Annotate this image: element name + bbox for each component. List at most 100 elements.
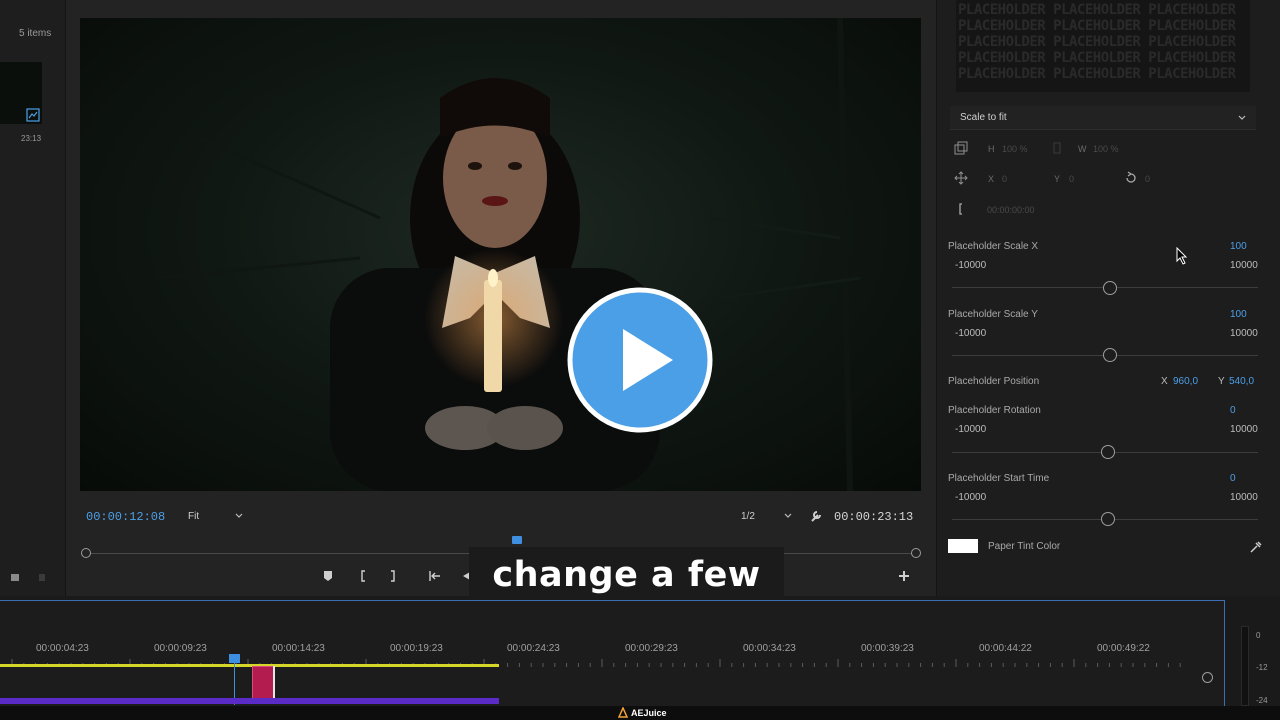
brand-logo: AEJuice [618, 707, 667, 718]
project-clip-duration: 23:13 [21, 134, 42, 143]
meter-label: -12 [1256, 663, 1268, 672]
placeholder-pattern-text: PLACEHOLDER PLACEHOLDER PLACEHOLDER [958, 50, 1236, 66]
zoom-select[interactable]: Fit [188, 511, 199, 522]
scrub-end-handle[interactable] [911, 548, 921, 558]
param-scale-x-max: 10000 [1230, 260, 1258, 271]
paper-tint-label: Paper Tint Color [988, 541, 1061, 552]
width-label: W [1078, 144, 1087, 154]
param-scale-x-label: Placeholder Scale X [948, 241, 1039, 252]
aejuice-logo-icon [618, 707, 628, 718]
trash-icon[interactable] [37, 572, 47, 582]
param-scale-y-min: -10000 [955, 328, 987, 339]
param-position-x-label: X [1161, 376, 1168, 387]
ruler-timecode: 00:00:24:23 [507, 643, 560, 654]
scale-icon [954, 141, 968, 155]
rotate-icon [1126, 171, 1136, 183]
placeholder-pattern-text: PLACEHOLDER PLACEHOLDER PLACEHOLDER [958, 18, 1236, 34]
audio-meter-bar [1241, 626, 1249, 706]
add-marker-icon[interactable] [321, 569, 335, 583]
wrench-icon[interactable] [809, 509, 823, 523]
ruler-timecode: 00:00:19:23 [390, 643, 443, 654]
add-button-icon[interactable] [897, 569, 911, 583]
playhead-timecode[interactable]: 00:00:12:08 [86, 510, 165, 524]
placeholder-pattern-text: PLACEHOLDER PLACEHOLDER PLACEHOLDER [958, 34, 1236, 50]
param-start-time-value[interactable]: 0 [1230, 473, 1236, 484]
go-to-in-icon[interactable] [428, 569, 442, 583]
x-label: X [988, 174, 995, 184]
chevron-down-icon[interactable] [1237, 113, 1247, 123]
height-label: H [988, 144, 995, 154]
work-area-bar[interactable] [0, 664, 499, 667]
duration-timecode: 00:00:23:13 [834, 510, 914, 524]
scale-mode-value: Scale to fit [960, 112, 1007, 123]
param-scale-x-slider-knob[interactable] [1103, 281, 1117, 295]
param-rotation-label: Placeholder Rotation [948, 405, 1041, 416]
y-label: Y [1054, 174, 1061, 184]
play-overlay-icon[interactable] [567, 287, 713, 433]
ruler-timecode: 00:00:34:23 [743, 643, 796, 654]
subtitle-caption: change a few [469, 547, 784, 602]
start-time-value[interactable]: 00:00:00:00 [987, 205, 1035, 215]
ruler-timecode: 00:00:49:22 [1097, 643, 1150, 654]
mark-out-icon[interactable] [386, 569, 400, 583]
project-items-count: 5 items [19, 28, 52, 39]
timeline-playhead[interactable] [229, 654, 240, 663]
param-scale-y-label: Placeholder Scale Y [948, 309, 1038, 320]
param-position-y-label: Y [1218, 376, 1225, 387]
playback-resolution-select[interactable]: 1/2 [741, 511, 755, 522]
chevron-down-icon[interactable] [783, 511, 793, 521]
placeholder-preview: PLACEHOLDER PLACEHOLDER PLACEHOLDER PLAC… [956, 0, 1250, 92]
ruler-timecode: 00:00:29:23 [625, 643, 678, 654]
ruler-timecode: 00:00:09:23 [154, 643, 207, 654]
height-value[interactable]: 100 % [1002, 144, 1028, 154]
timeline-zoom-handle[interactable] [1202, 672, 1213, 683]
param-scale-x-value[interactable]: 100 [1230, 241, 1247, 252]
sequence-icon [26, 108, 40, 122]
meter-label: -24 [1256, 696, 1268, 705]
time-bracket-icon [959, 203, 962, 215]
param-start-time-slider-knob[interactable] [1101, 512, 1115, 526]
param-scale-x-min: -10000 [955, 260, 987, 271]
monitor-playhead[interactable] [512, 536, 522, 544]
link-icon[interactable] [1050, 141, 1064, 155]
paper-tint-swatch[interactable] [948, 539, 978, 553]
clip-trim-handle[interactable] [273, 666, 275, 700]
premiere-workspace: 5 items 23:13 00:00:12:08 Fit 1/2 00:00:… [0, 0, 1280, 720]
video-scene-image [159, 18, 861, 491]
param-scale-y-value[interactable]: 100 [1230, 309, 1247, 320]
param-rotation-min: -10000 [955, 424, 987, 435]
param-position-y-value[interactable]: 540,0 [1229, 376, 1254, 387]
timeline-clip[interactable] [252, 666, 275, 699]
placeholder-pattern-text: PLACEHOLDER PLACEHOLDER PLACEHOLDER [958, 2, 1236, 18]
param-rotation-value[interactable]: 0 [1230, 405, 1236, 416]
param-scale-y-max: 10000 [1230, 328, 1258, 339]
mouse-cursor-icon [1176, 247, 1188, 265]
brand-name: AEJuice [631, 707, 667, 718]
width-value[interactable]: 100 % [1093, 144, 1119, 154]
scrub-start-handle[interactable] [81, 548, 91, 558]
ruler-timecode: 00:00:39:23 [861, 643, 914, 654]
param-rotation-slider-knob[interactable] [1101, 445, 1115, 459]
timeline-track-bar[interactable] [0, 698, 499, 704]
audio-meters-panel [1226, 600, 1280, 706]
video-frame [80, 18, 921, 491]
eyedropper-icon[interactable] [1249, 540, 1263, 554]
rotation-value[interactable]: 0 [1145, 174, 1150, 184]
placeholder-pattern-text: PLACEHOLDER PLACEHOLDER PLACEHOLDER [958, 66, 1236, 82]
param-start-time-max: 10000 [1230, 492, 1258, 503]
param-rotation-max: 10000 [1230, 424, 1258, 435]
ruler-timecode: 00:00:44:22 [979, 643, 1032, 654]
ruler-timecode: 00:00:04:23 [36, 643, 89, 654]
new-bin-icon[interactable] [10, 572, 20, 582]
move-icon [954, 171, 968, 185]
param-position-label: Placeholder Position [948, 376, 1040, 387]
x-value[interactable]: 0 [1002, 174, 1007, 184]
chevron-down-icon[interactable] [234, 511, 244, 521]
caption-text: change a few [492, 554, 761, 595]
param-scale-y-slider-knob[interactable] [1103, 348, 1117, 362]
mark-in-icon[interactable] [356, 569, 370, 583]
param-position-x-value[interactable]: 960,0 [1173, 376, 1198, 387]
y-value[interactable]: 0 [1069, 174, 1074, 184]
param-start-time-min: -10000 [955, 492, 987, 503]
param-start-time-label: Placeholder Start Time [948, 473, 1050, 484]
